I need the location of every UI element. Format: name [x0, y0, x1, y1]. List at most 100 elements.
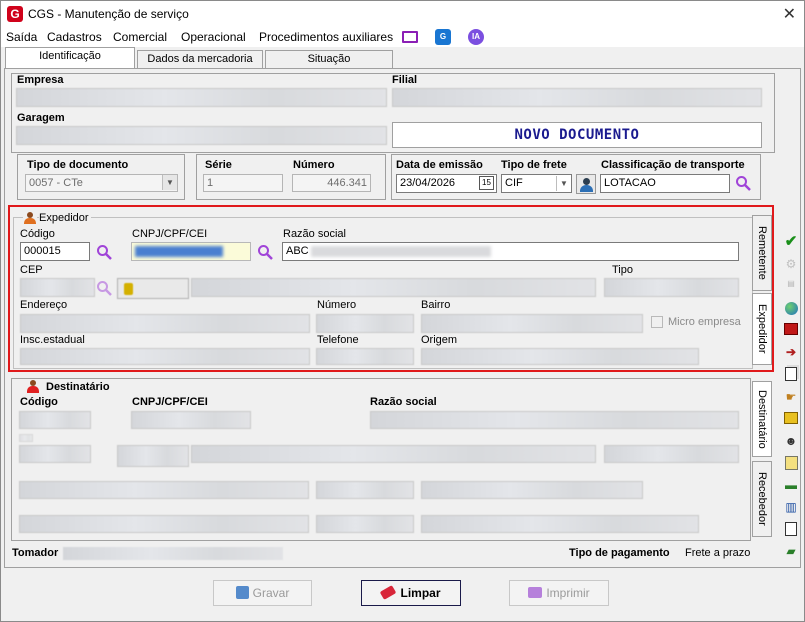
tab-remetente[interactable]: Remetente — [752, 215, 772, 291]
dest-tipo-field[interactable] — [604, 445, 739, 463]
exp-origem-field[interactable] — [421, 348, 699, 365]
dest-razao-label: Razão social — [370, 396, 437, 408]
destinatario-person-icon — [26, 380, 40, 393]
menu-procedimentos-auxiliares[interactable]: Procedimentos auxiliares — [259, 30, 393, 44]
exp-tipo-field[interactable] — [604, 278, 739, 297]
dest-endereco-field[interactable] — [19, 481, 309, 499]
menu-comercial[interactable]: Comercial — [113, 30, 167, 44]
limpar-button[interactable]: Limpar — [361, 580, 461, 606]
tab-identificacao[interactable]: Identificação — [5, 47, 135, 69]
empresa-label: Empresa — [17, 74, 64, 86]
search-icon[interactable] — [257, 244, 273, 260]
search-icon[interactable] — [96, 244, 112, 260]
chevron-down-icon[interactable]: ▼ — [556, 176, 571, 191]
money-icon[interactable]: ▬ — [783, 478, 799, 492]
calendar-icon[interactable]: 15 — [479, 176, 494, 190]
data-emissao-label: Data de emissão — [396, 159, 483, 171]
menu-cadastros[interactable]: Cadastros — [47, 30, 102, 44]
people-icon[interactable]: ☻ — [783, 434, 799, 448]
tomador-label: Tomador — [12, 547, 59, 559]
exp-codigo-field[interactable]: 000015 — [20, 242, 90, 261]
gravar-button[interactable]: Gravar — [213, 580, 312, 606]
dest-razao-field[interactable] — [370, 411, 739, 429]
exp-origem-label: Origem — [421, 334, 458, 346]
serie-field[interactable]: 1 — [203, 174, 283, 192]
tipo-pagamento-label: Tipo de pagamento — [569, 547, 670, 559]
handshake-icon[interactable]: ☛ — [783, 390, 799, 404]
menu-saida[interactable]: Saída — [6, 30, 37, 44]
note-icon[interactable] — [783, 456, 799, 470]
search-icon[interactable] — [96, 280, 112, 296]
empresa-field[interactable] — [16, 88, 387, 107]
exp-bairro-label: Bairro — [421, 299, 451, 311]
limpar-label: Limpar — [400, 586, 441, 600]
tab-recebedor[interactable]: Recebedor — [752, 461, 772, 537]
exp-tipo-label: Tipo — [612, 264, 633, 276]
tab-destinatario[interactable]: Destinatário — [752, 381, 772, 457]
confirm-check-icon[interactable]: ✔ — [783, 234, 799, 249]
list-icon[interactable] — [783, 522, 799, 536]
box-stack-icon[interactable] — [783, 323, 799, 337]
truck-icon[interactable]: ▰ — [783, 544, 799, 558]
tab-situacao[interactable]: Situação — [265, 50, 393, 69]
window-title: CGS - Manutenção de serviço — [28, 7, 189, 21]
menu-operacional[interactable]: Operacional — [181, 30, 246, 44]
classificacao-label: Classificação de transporte — [601, 159, 745, 171]
globe-icon[interactable] — [783, 302, 799, 316]
exp-cidade-field[interactable] — [191, 278, 596, 297]
dest-cnpj-field[interactable] — [131, 411, 251, 429]
exp-insc-field[interactable] — [20, 348, 310, 365]
exp-razao-field[interactable]: ABC — [282, 242, 739, 261]
exp-micro-label: Micro empresa — [668, 316, 741, 328]
tipo-documento-label: Tipo de documento — [27, 159, 129, 171]
numero-field[interactable]: 446.341 — [292, 174, 371, 192]
exp-cep-lookup-button[interactable] — [117, 278, 189, 299]
documents-icon[interactable] — [783, 367, 799, 381]
tab-expedidor[interactable]: Expedidor — [752, 293, 772, 365]
person-lookup-icon[interactable] — [576, 174, 596, 194]
monitor-icon[interactable] — [402, 31, 418, 43]
dest-numero-field[interactable] — [316, 481, 414, 499]
gear-icon[interactable]: ⚙ — [783, 257, 799, 271]
chevron-down-icon[interactable]: ▼ — [162, 175, 177, 190]
exp-endereco-field[interactable] — [20, 314, 310, 333]
dest-cnpj-label: CNPJ/CPF/CEI — [132, 396, 208, 408]
tab-dados-da-mercadoria[interactable]: Dados da mercadoria — [137, 50, 263, 69]
search-icon[interactable] — [735, 175, 751, 191]
serie-label: Série — [205, 159, 232, 171]
imprimir-button[interactable]: Imprimir — [509, 580, 609, 606]
exp-bairro-field[interactable] — [421, 314, 643, 333]
filial-field[interactable] — [392, 88, 762, 107]
dest-bairro-field[interactable] — [421, 481, 643, 499]
dest-cep-lookup-button[interactable] — [117, 445, 189, 467]
exp-codigo-label: Código — [20, 228, 55, 240]
dest-origem-field[interactable] — [421, 515, 699, 533]
dest-codigo-field[interactable] — [19, 411, 91, 429]
exp-numero-field[interactable] — [316, 314, 414, 333]
garagem-field[interactable] — [16, 126, 387, 145]
cargo-icon[interactable] — [783, 412, 799, 426]
export-arrow-icon[interactable]: ➔ — [783, 345, 799, 359]
tipo-documento-select[interactable]: 0057 - CTe — [25, 174, 178, 192]
ciot-icon[interactable]: ▤ — [783, 277, 799, 291]
exp-telefone-field[interactable] — [316, 348, 414, 365]
destinatario-title: Destinatário — [46, 381, 110, 393]
exp-cep-field[interactable] — [20, 278, 95, 297]
dest-cep-field[interactable] — [19, 445, 91, 463]
close-button[interactable]: ✕ — [783, 4, 796, 24]
ia-icon[interactable]: IA — [468, 29, 484, 45]
save-icon — [235, 586, 249, 599]
dest-insc-field[interactable] — [19, 515, 309, 533]
gcs-app-icon[interactable]: G — [435, 29, 451, 45]
dest-codigo-label: Código — [20, 396, 58, 408]
classificacao-field[interactable]: LOTACAO — [600, 174, 730, 193]
printer-icon — [528, 587, 543, 598]
micro-empresa-checkbox[interactable] — [651, 316, 663, 328]
filial-label: Filial — [392, 74, 418, 86]
dest-cidade-field[interactable] — [191, 445, 596, 463]
exp-numero-label: Número — [317, 299, 357, 311]
exp-cnpj-field[interactable] — [131, 242, 251, 261]
exp-razao-value: ABC — [286, 245, 309, 257]
dest-telefone-field[interactable] — [316, 515, 414, 533]
book-icon[interactable]: ▥ — [783, 500, 799, 514]
